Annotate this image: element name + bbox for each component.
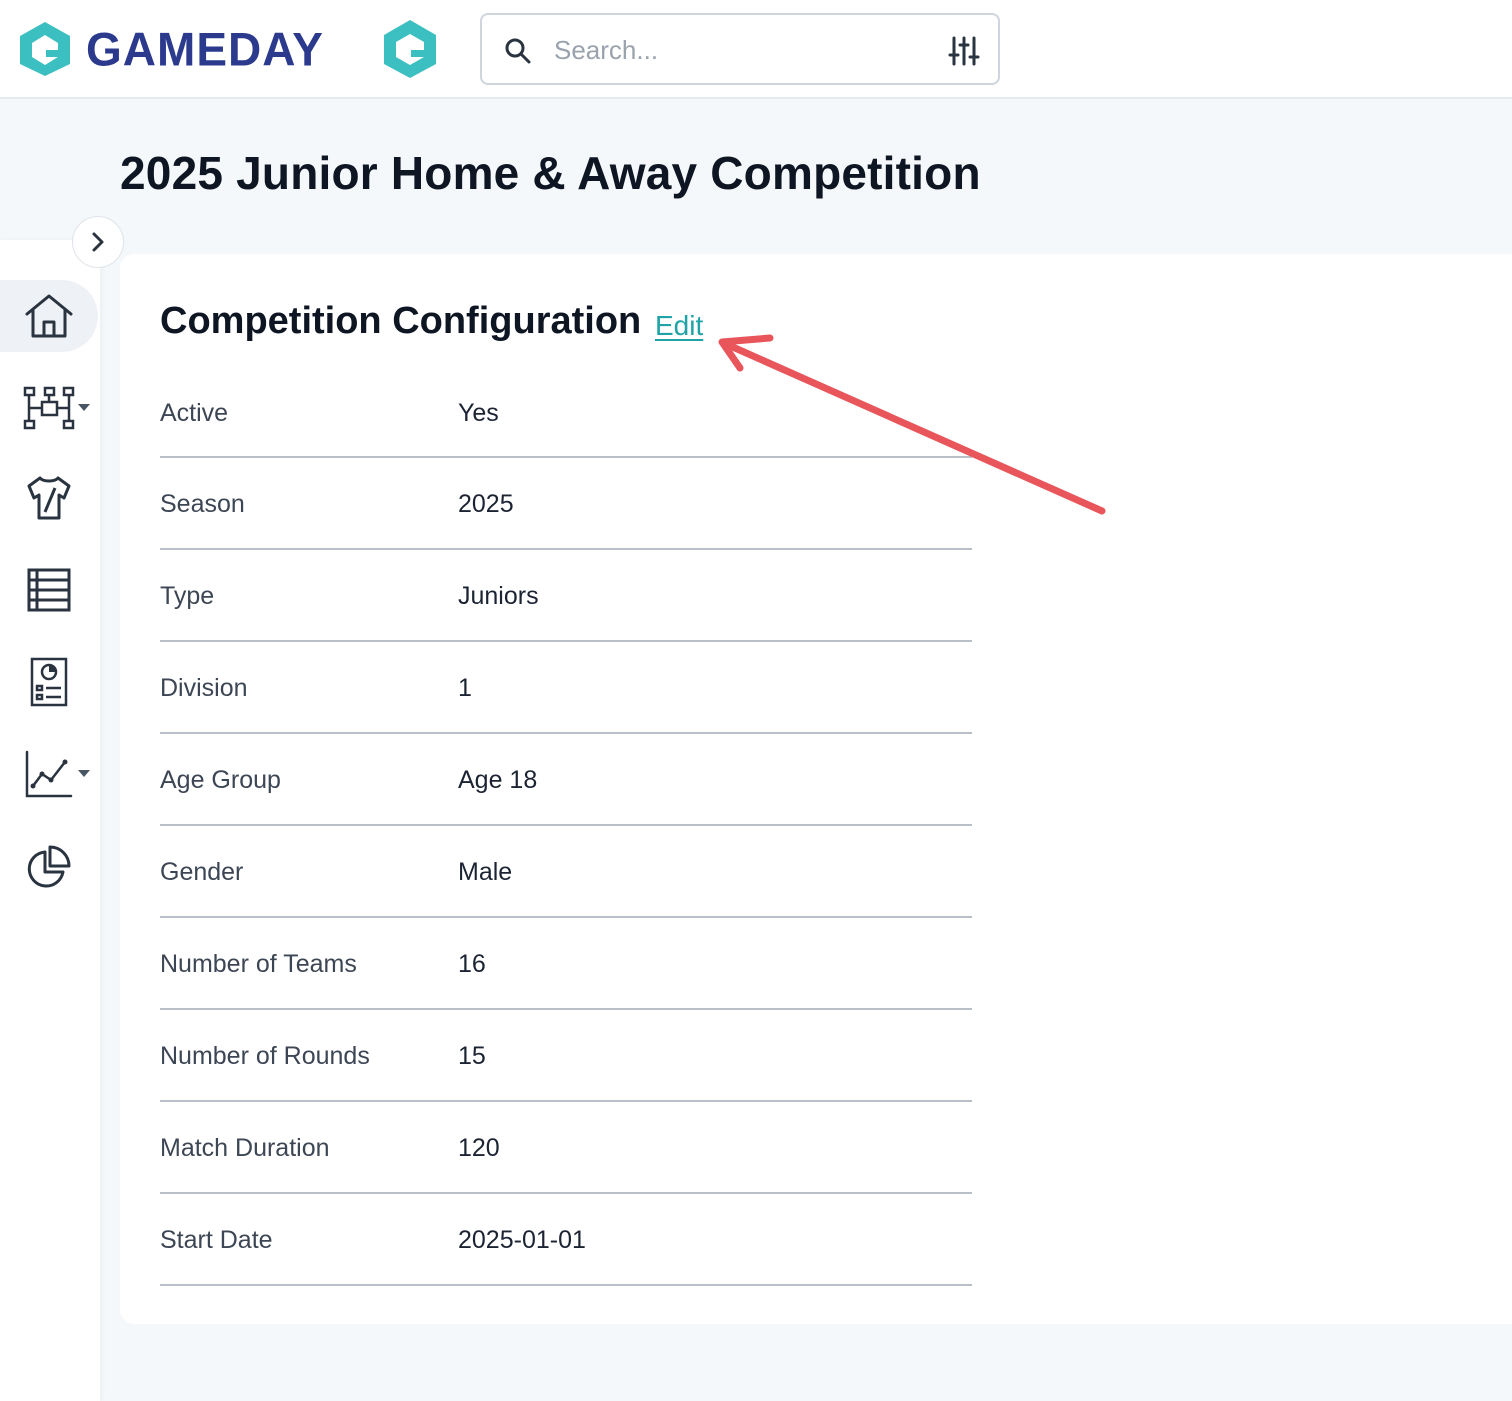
filter-sliders-icon[interactable] — [948, 35, 980, 67]
row-value: 1 — [458, 674, 472, 702]
sidebar-item-ladder[interactable] — [0, 554, 98, 626]
row-value: Male — [458, 858, 513, 886]
table-icon — [27, 568, 71, 612]
competition-config-card: Competition Configuration Edit Active Ye… — [120, 254, 1512, 1324]
gameday-g-icon[interactable] — [382, 18, 438, 80]
dropdown-caret-icon — [78, 404, 90, 411]
row-label: Type — [160, 582, 215, 610]
jersey-icon — [27, 476, 71, 520]
page-title: 2025 Junior Home & Away Competition — [120, 147, 981, 199]
config-table: Active Yes Season 2025 Type Juniors Divi… — [160, 367, 972, 1286]
config-row-season: Season 2025 — [160, 458, 972, 550]
row-label: Age Group — [160, 766, 281, 794]
search-box[interactable] — [480, 13, 1000, 85]
pie-chart-icon — [27, 845, 71, 888]
search-input[interactable] — [554, 29, 934, 71]
sidebar-item-stats[interactable] — [0, 738, 98, 810]
config-row-number-of-teams: Number of Teams 16 — [160, 918, 972, 1010]
sidebar — [0, 240, 100, 1401]
row-label: Gender — [160, 858, 244, 886]
row-value: Yes — [458, 399, 499, 427]
config-row-division: Division 1 — [160, 642, 972, 734]
config-row-start-date: Start Date 2025-01-01 — [160, 1194, 972, 1286]
dropdown-caret-icon — [78, 770, 90, 777]
row-label: Division — [160, 674, 248, 702]
section-title: Competition Configuration — [160, 300, 642, 342]
report-icon — [30, 657, 68, 707]
row-label: Match Duration — [160, 1134, 330, 1162]
config-row-number-of-rounds: Number of Rounds 15 — [160, 1010, 972, 1102]
row-value: Age 18 — [458, 766, 538, 794]
sidebar-item-teams[interactable] — [0, 462, 98, 534]
row-value: 15 — [458, 1042, 486, 1070]
row-label: Start Date — [160, 1226, 273, 1254]
row-value: Juniors — [458, 582, 539, 610]
row-label: Active — [160, 399, 229, 427]
row-label: Number of Teams — [160, 950, 357, 978]
config-row-type: Type Juniors — [160, 550, 972, 642]
row-label: Season — [160, 490, 245, 518]
sidebar-item-analytics[interactable] — [0, 832, 98, 904]
config-row-active: Active Yes — [160, 367, 972, 458]
brand-name: GAMEDAY — [86, 22, 324, 76]
sidebar-item-structure[interactable] — [0, 372, 98, 444]
search-icon — [505, 38, 531, 64]
chevron-right-icon — [92, 232, 104, 252]
org-structure-icon — [23, 386, 75, 430]
sidebar-item-home[interactable] — [0, 280, 98, 352]
brand-logo[interactable]: GAMEDAY — [18, 18, 324, 80]
edit-link[interactable]: Edit — [655, 310, 703, 342]
sidebar-expand-button[interactable] — [72, 216, 124, 268]
line-chart-icon — [25, 750, 73, 798]
row-label: Number of Rounds — [160, 1042, 370, 1070]
row-value: 16 — [458, 950, 486, 978]
config-row-age-group: Age Group Age 18 — [160, 734, 972, 826]
config-row-gender: Gender Male — [160, 826, 972, 918]
row-value: 2025 — [458, 490, 514, 518]
gameday-logo-icon — [20, 22, 70, 76]
top-header: GAMEDAY — [0, 0, 1512, 99]
row-value: 120 — [458, 1134, 500, 1162]
config-row-match-duration: Match Duration 120 — [160, 1102, 972, 1194]
home-icon — [25, 294, 73, 338]
row-value: 2025-01-01 — [458, 1226, 586, 1254]
sidebar-item-reports[interactable] — [0, 646, 98, 718]
